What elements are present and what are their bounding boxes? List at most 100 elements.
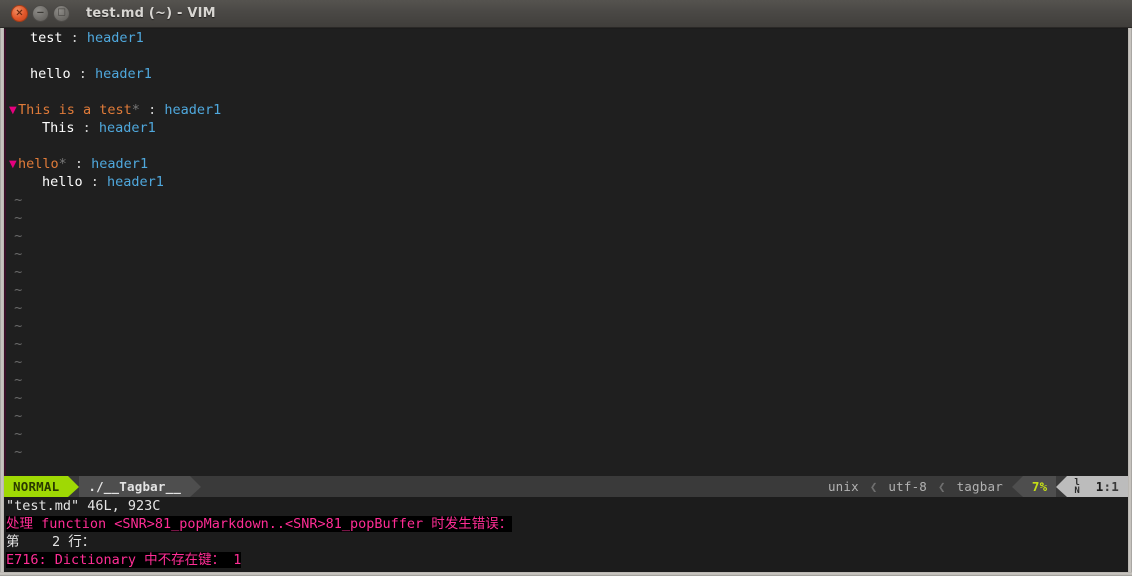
tilde-icon: ~	[6, 390, 23, 406]
tilde-icon: ~	[6, 408, 23, 424]
tagbar-indent	[18, 173, 30, 191]
tagbar-empty-line: ~	[6, 299, 1126, 317]
tagbar-separator: :	[62, 30, 87, 46]
statusline: NORMAL ./__Tagbar__ unix ❮ utf-8 ❮ tagba…	[4, 476, 1128, 497]
tilde-icon: ~	[6, 282, 23, 298]
tilde-icon: ~	[6, 192, 23, 208]
status-position-sep: :	[1103, 479, 1112, 494]
tagbar-blank-row	[6, 137, 1126, 155]
window-frame-bottom	[0, 572, 1132, 576]
tagbar-row[interactable]: ▼hello* : header1	[6, 155, 1126, 173]
tilde-icon: ~	[6, 354, 23, 370]
tagbar-tag-name: This	[42, 120, 75, 136]
tagbar-line-list: test : header1 hello : header1 ▼This is …	[6, 29, 1126, 461]
tilde-icon: ~	[6, 318, 23, 334]
minimize-button[interactable]: −	[32, 5, 49, 22]
tagbar-row[interactable]: ▼This is a test* : header1	[6, 101, 1126, 119]
status-percent-arrow	[1011, 476, 1023, 497]
tagbar-panel[interactable]: test : header1 hello : header1 ▼This is …	[4, 29, 1128, 476]
status-filename: ./__Tagbar__	[79, 476, 191, 497]
fold-arrow-icon[interactable]: ▼	[9, 156, 18, 174]
tagbar-row[interactable]: test : header1	[6, 29, 1126, 47]
tagbar-tag-name: hello	[42, 174, 83, 190]
tagbar-empty-line: ~	[6, 245, 1126, 263]
tilde-icon: ~	[6, 300, 23, 316]
status-mode-arrow	[68, 476, 80, 497]
status-percent: 7%	[1022, 476, 1057, 497]
tagbar-separator: :	[74, 120, 99, 136]
tagbar-blank-row	[6, 83, 1126, 101]
tagbar-indent	[18, 65, 30, 83]
close-button[interactable]: ×	[11, 5, 28, 22]
tagbar-empty-line: ~	[6, 281, 1126, 299]
tagbar-row[interactable]: hello : header1	[6, 65, 1126, 83]
tagbar-scope: header1	[95, 66, 152, 82]
status-mode: NORMAL	[4, 476, 69, 497]
close-icon: ×	[15, 7, 24, 18]
window-frame-right	[1128, 28, 1132, 576]
vim-window: × − □ test.md (~) - VIM test : header1 h…	[0, 0, 1132, 576]
tagbar-separator: :	[70, 66, 96, 82]
tilde-icon: ~	[6, 246, 23, 262]
error-message: 处理 function <SNR>81_popMarkdown..<SNR>81…	[6, 515, 1128, 533]
tagbar-row[interactable]: This : header1	[6, 119, 1126, 137]
maximize-button[interactable]: □	[53, 5, 70, 22]
error-message-text: E716: Dictionary 中不存在键： 1	[6, 552, 242, 568]
tagbar-indent	[18, 119, 30, 137]
tagbar-indent	[30, 173, 42, 191]
window-title: test.md (~) - VIM	[86, 6, 216, 21]
status-filetype: tagbar	[947, 476, 1012, 497]
chevron-left-icon-2: ❮	[938, 479, 946, 494]
tagbar-empty-line: ~	[6, 443, 1126, 461]
tilde-icon: ~	[6, 444, 23, 460]
line-number-icon: l N	[1067, 476, 1087, 497]
tagbar-empty-line: ~	[6, 425, 1126, 443]
status-message: 第 2 行：	[6, 534, 96, 550]
tagbar-empty-line: ~	[6, 353, 1126, 371]
status-message: "test.md" 46L, 923C	[6, 498, 161, 514]
tagbar-tag-name: hello	[18, 156, 59, 172]
tagbar-scope: header1	[91, 156, 149, 172]
status-fileformat: unix	[818, 476, 868, 497]
status-position-col: 1	[1111, 479, 1119, 494]
tagbar-empty-line: ~	[6, 227, 1126, 245]
tagbar-empty-line: ~	[6, 191, 1126, 209]
tilde-icon: ~	[6, 228, 23, 244]
tilde-icon: ~	[6, 264, 23, 280]
message-area: "test.md" 46L, 923C 处理 function <SNR>81_p…	[4, 497, 1128, 572]
tagbar-empty-line: ~	[6, 407, 1126, 425]
tagbar-separator: :	[66, 156, 92, 172]
tagbar-separator: :	[82, 174, 108, 190]
error-message: E716: Dictionary 中不存在键： 1	[6, 551, 1128, 569]
status-position: 1:1	[1086, 476, 1128, 497]
tagbar-scope: header1	[164, 102, 222, 118]
status-file-arrow	[190, 476, 202, 497]
tilde-icon: ~	[6, 426, 23, 442]
status-encoding: utf-8	[879, 476, 937, 497]
line-number-icon-bottom: N	[1074, 485, 1080, 496]
tagbar-row[interactable]: hello : header1	[6, 173, 1126, 191]
tagbar-scope: header1	[98, 120, 156, 136]
tagbar-tag-name: This is a test	[18, 102, 132, 118]
tilde-icon: ~	[6, 336, 23, 352]
tagbar-star-marker: *	[131, 102, 140, 118]
statusline-right: unix ❮ utf-8 ❮ tagbar 7% l N 1:1	[818, 476, 1128, 497]
window-titlebar: × − □ test.md (~) - VIM	[0, 0, 1132, 28]
window-controls: × − □	[11, 5, 70, 22]
tagbar-empty-line: ~	[6, 209, 1126, 227]
statusline-left: NORMAL ./__Tagbar__	[4, 476, 202, 497]
error-message-text: 处理 function <SNR>81_popMarkdown..<SNR>81…	[6, 516, 513, 532]
chevron-left-icon-1: ❮	[869, 479, 878, 494]
tagbar-indent	[18, 29, 30, 47]
tagbar-star-marker: *	[58, 156, 67, 172]
fold-arrow-icon[interactable]: ▼	[9, 102, 18, 120]
tagbar-blank-row	[6, 47, 1126, 65]
maximize-icon: □	[57, 7, 66, 18]
tagbar-scope: header1	[107, 174, 164, 190]
tagbar-separator: :	[139, 102, 165, 118]
tagbar-empty-line: ~	[6, 371, 1126, 389]
tagbar-indent	[30, 119, 42, 137]
